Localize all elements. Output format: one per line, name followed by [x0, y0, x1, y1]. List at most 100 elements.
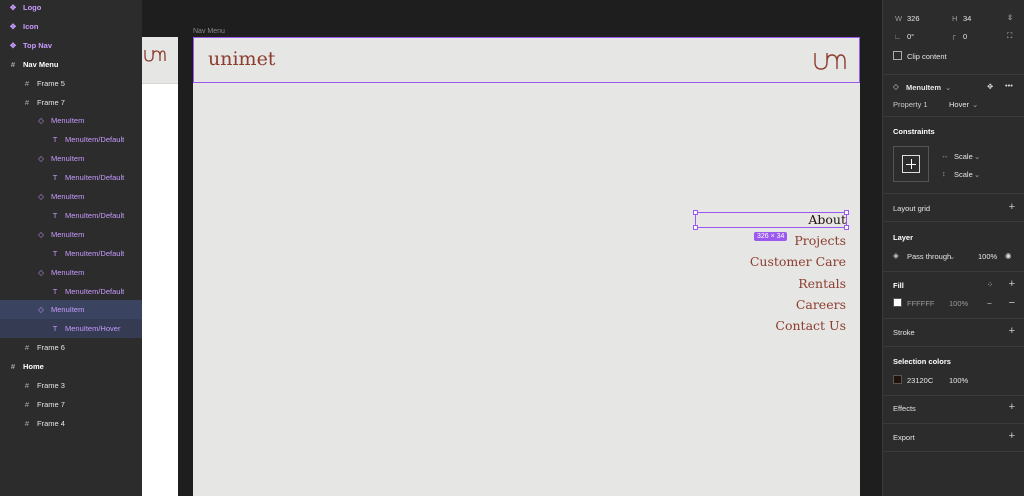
- layer-row[interactable]: # Home: [0, 357, 142, 376]
- layer-row[interactable]: ◇ MenuItem: [0, 111, 142, 130]
- nav-menu-frame[interactable]: unimet About Projects Customer Care Rent…: [193, 37, 860, 496]
- layer-row[interactable]: ◇ MenuItem: [0, 263, 142, 282]
- layer-label: Frame 7: [37, 97, 65, 107]
- fill-color-swatch[interactable]: [893, 298, 902, 307]
- resize-handle[interactable]: [693, 210, 698, 215]
- layer-row[interactable]: # Frame 5: [0, 74, 142, 93]
- horizontal-constraint-select[interactable]: Scale: [954, 152, 973, 161]
- fill-section: Fill ⁘ + FFFFFF 100% ⌣ −: [883, 272, 1024, 319]
- radius-input[interactable]: 0: [963, 32, 967, 41]
- layer-label: MenuItem/Hover: [65, 324, 121, 334]
- layer-row[interactable]: ◇ MenuItem: [0, 225, 142, 244]
- layer-row[interactable]: # Nav Menu: [0, 55, 142, 74]
- add-layout-grid-icon[interactable]: +: [1009, 202, 1015, 213]
- chevron-down-icon[interactable]: ⌄: [974, 152, 980, 161]
- layer-row[interactable]: T MenuItem/Hover: [0, 319, 142, 339]
- horizontal-constraint-icon: ↔: [941, 151, 949, 160]
- vertical-constraint-icon: ↕: [942, 169, 946, 178]
- layer-label: MenuItem/Default: [65, 286, 125, 296]
- layer-label: Frame 6: [37, 343, 65, 353]
- chevron-down-icon[interactable]: ⌄: [972, 100, 978, 109]
- more-options-icon[interactable]: •••: [1005, 81, 1013, 90]
- export-title: Export: [893, 433, 915, 442]
- instance-icon: ◇: [38, 154, 44, 164]
- component-icon: ✥: [9, 3, 17, 12]
- eye-icon[interactable]: ◉: [1005, 251, 1012, 260]
- layer-row[interactable]: ◇ MenuItem: [0, 149, 142, 168]
- remove-fill-icon[interactable]: −: [1009, 298, 1015, 309]
- layer-row[interactable]: T MenuItem/Default: [0, 244, 142, 263]
- selection-color-opacity[interactable]: 100%: [949, 376, 968, 385]
- constrain-proportions-icon[interactable]: ⇳: [1007, 13, 1013, 22]
- independent-corners-icon[interactable]: ⛶: [1007, 31, 1012, 41]
- layer-row[interactable]: # Frame 7: [0, 93, 142, 112]
- layer-row[interactable]: ✥ Top Nav: [0, 36, 142, 55]
- selection-box[interactable]: [693, 210, 849, 230]
- layer-row[interactable]: # Frame 7: [0, 395, 142, 414]
- chevron-down-icon[interactable]: ⌄: [945, 83, 951, 92]
- add-stroke-icon[interactable]: +: [1009, 326, 1015, 337]
- go-to-main-component-icon[interactable]: ✥: [987, 82, 993, 91]
- fill-hex-input[interactable]: FFFFFF: [907, 299, 935, 308]
- add-export-icon[interactable]: +: [1009, 431, 1015, 442]
- add-fill-icon[interactable]: +: [1009, 279, 1015, 290]
- layer-label: Top Nav: [23, 40, 53, 50]
- rotation-input[interactable]: 0°: [907, 32, 914, 41]
- style-grid-icon[interactable]: ⁘: [987, 280, 993, 289]
- property-value-select[interactable]: Hover: [949, 100, 969, 109]
- fill-opacity-input[interactable]: 100%: [949, 299, 968, 308]
- text-icon: T: [52, 286, 58, 296]
- resize-handle[interactable]: [844, 210, 849, 215]
- layout-grid-section: Layout grid +: [883, 194, 1024, 222]
- canvas[interactable]: Nav Menu unimet About Projects Customer …: [142, 0, 882, 496]
- layer-row[interactable]: # Frame 3: [0, 376, 142, 395]
- layer-row[interactable]: T MenuItem/Default: [0, 168, 142, 187]
- menu-item-customer-care[interactable]: Customer Care: [750, 254, 846, 269]
- layer-label: Icon: [23, 21, 39, 31]
- chevron-down-icon[interactable]: ⌄: [949, 252, 955, 261]
- layer-row[interactable]: ✥ Icon: [0, 17, 142, 36]
- fill-title: Fill: [893, 281, 904, 290]
- selection-color-swatch[interactable]: [893, 375, 902, 384]
- um-logo-icon: [144, 50, 166, 62]
- height-input[interactable]: 34: [963, 14, 971, 23]
- layer-row[interactable]: ◇ MenuItem: [0, 187, 142, 206]
- menu-item-rentals[interactable]: Rentals: [798, 276, 846, 291]
- menu-item-careers[interactable]: Careers: [796, 297, 846, 312]
- component-name[interactable]: MenuItem: [906, 83, 941, 92]
- home-frame[interactable]: [142, 37, 178, 496]
- layer-opacity-input[interactable]: 100%: [978, 252, 997, 261]
- properties-panel: W 326 H 34 ⇳ ∟ 0° ╭ 0 ⛶ Clip content ◇ M…: [882, 0, 1024, 496]
- selection-color-hex[interactable]: 23120C: [907, 376, 933, 385]
- selection-colors-section: Selection colors 23120C 100%: [883, 347, 1024, 396]
- menu-item-projects[interactable]: Projects: [794, 233, 846, 248]
- add-effect-icon[interactable]: +: [1009, 402, 1015, 413]
- rotation-icon: ∟: [894, 32, 902, 41]
- layer-row[interactable]: # Frame 4: [0, 414, 142, 433]
- resize-handle[interactable]: [844, 225, 849, 230]
- layer-row[interactable]: T MenuItem/Default: [0, 206, 142, 225]
- component-icon: ✥: [9, 40, 17, 50]
- blend-mode-select[interactable]: Pass through: [907, 252, 951, 261]
- dimensions-section: W 326 H 34 ⇳ ∟ 0° ╭ 0 ⛶ Clip content: [883, 0, 1024, 75]
- layer-row[interactable]: T MenuItem/Default: [0, 130, 142, 149]
- top-nav[interactable]: unimet: [193, 37, 860, 83]
- stroke-section: Stroke +: [883, 319, 1024, 347]
- vertical-constraint-select[interactable]: Scale: [954, 170, 973, 179]
- layer-row[interactable]: T MenuItem/Default: [0, 282, 142, 301]
- width-input[interactable]: 326: [907, 14, 920, 23]
- frame-label[interactable]: Nav Menu: [193, 28, 225, 35]
- resize-handle[interactable]: [693, 225, 698, 230]
- clip-content-checkbox[interactable]: [893, 51, 902, 60]
- layer-row[interactable]: ◇ MenuItem: [0, 300, 142, 320]
- layer-row[interactable]: ✥ Logo: [0, 0, 142, 17]
- layer-label: MenuItem: [51, 267, 85, 277]
- text-icon: T: [52, 173, 58, 183]
- menu-item-contact-us[interactable]: Contact Us: [775, 318, 846, 333]
- layer-row[interactable]: # Frame 6: [0, 338, 142, 357]
- hide-fill-icon[interactable]: ⌣: [987, 298, 992, 308]
- w-label: W: [895, 14, 903, 23]
- layer-label: MenuItem: [51, 305, 85, 315]
- chevron-down-icon[interactable]: ⌄: [974, 170, 980, 179]
- constraint-widget[interactable]: [893, 146, 929, 182]
